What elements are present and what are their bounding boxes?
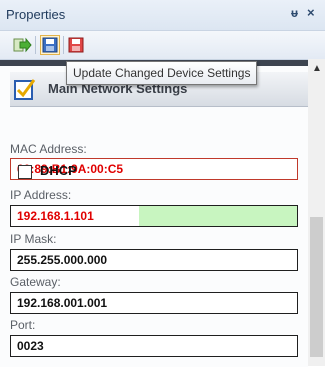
update-changed-settings-button[interactable] (40, 35, 60, 55)
refresh-device-button[interactable] (12, 35, 32, 55)
ip-address-label: IP Address: (10, 188, 72, 202)
tooltip: Update Changed Device Settings (66, 61, 258, 85)
port-value: 0023 (17, 339, 44, 353)
toolbar-separator (63, 36, 64, 54)
dhcp-checkbox[interactable] (18, 165, 32, 179)
port-field[interactable]: 0023 (10, 335, 298, 357)
ip-address-field[interactable]: 192.168.1.101 (10, 205, 298, 227)
properties-panel: Properties ᵾ × Update Changed Device Set… (0, 0, 325, 367)
blue-floppy-icon (42, 37, 58, 53)
ip-mask-field[interactable]: 255.255.000.000 (10, 249, 298, 271)
checked-document-icon (14, 79, 36, 100)
update-all-settings-button[interactable] (66, 35, 86, 55)
panel-title: Properties (6, 7, 66, 22)
port-label: Port: (10, 318, 36, 332)
scroll-up-icon[interactable]: ▲ (312, 63, 322, 74)
mac-address-label: MAC Address: (10, 142, 87, 156)
red-floppy-icon (68, 37, 84, 53)
ip-mask-label: IP Mask: (10, 232, 57, 246)
ip-address-value: 192.168.1.101 (17, 209, 94, 223)
green-arrow-icon (13, 37, 32, 53)
title-bar: Properties ᵾ × (0, 0, 325, 31)
gateway-field[interactable]: 192.168.001.001 (10, 292, 298, 314)
toolbar-separator (35, 36, 36, 54)
vertical-scrollbar[interactable]: ▲ (308, 59, 325, 366)
gateway-value: 192.168.001.001 (17, 296, 108, 310)
scroll-thumb[interactable] (310, 217, 323, 357)
ip-mask-value: 255.255.000.000 (17, 253, 108, 267)
pin-icon[interactable]: ᵾ (291, 6, 298, 20)
toolbar (0, 31, 325, 59)
dhcp-label: DHCP (40, 163, 77, 178)
property-grid: Main Network Settings MAC Address: 60:89… (0, 59, 308, 367)
close-icon[interactable]: × (307, 5, 315, 20)
gateway-label: Gateway: (10, 275, 61, 289)
